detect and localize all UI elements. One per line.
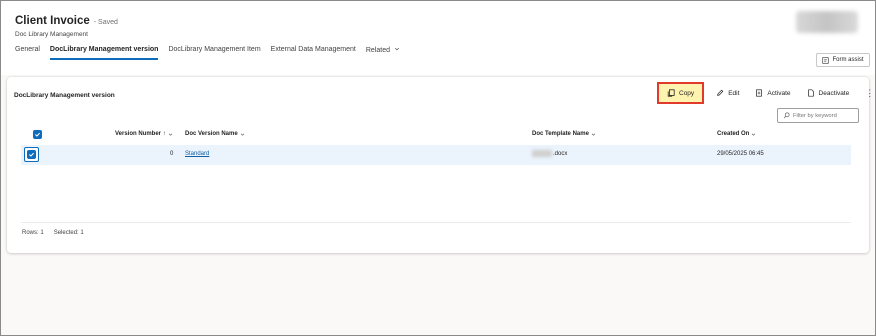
form-assist-button[interactable]: Form assist	[816, 53, 870, 67]
deactivate-button[interactable]: Deactivate	[803, 83, 854, 103]
redacted-header-image	[796, 11, 858, 33]
subgrid-card: DocLibrary Management version Copy Edit …	[7, 77, 874, 253]
column-doc-template-name-label: Doc Template Name	[532, 131, 589, 137]
column-header-doc-version-name[interactable]: Doc Version Name	[185, 131, 245, 137]
column-header-version-number[interactable]: Version Number ↑	[115, 131, 173, 137]
select-all-checkbox[interactable]	[33, 130, 42, 139]
page-title: Client Invoice	[15, 15, 90, 27]
copy-button[interactable]: Copy	[657, 82, 705, 104]
checkmark-icon	[35, 132, 40, 137]
selected-count: Selected: 1	[53, 230, 84, 236]
activate-label: Activate	[767, 89, 791, 97]
deactivate-icon	[807, 89, 814, 97]
column-header-created-on[interactable]: Created On	[717, 131, 756, 137]
cell-doc-version-name-link[interactable]: Standard	[185, 151, 209, 157]
cell-version-number: 0	[170, 151, 174, 157]
column-doc-version-name-label: Doc Version Name	[185, 131, 238, 137]
checkmark-icon	[29, 152, 34, 157]
grid-footer-divider	[21, 222, 851, 223]
tab-doclibrary-management-item[interactable]: DocLibrary Management Item	[168, 46, 260, 60]
subgrid-title: DocLibrary Management version	[14, 92, 115, 99]
chevron-down-icon	[394, 47, 400, 51]
column-version-number-label: Version Number ↑	[115, 131, 166, 137]
tab-doclibrary-management-version[interactable]: DocLibrary Management version	[49, 46, 158, 60]
activate-button[interactable]: Activate	[751, 83, 794, 103]
app-frame: Client Invoice - Saved Doc Library Manag…	[0, 0, 876, 336]
form-assist-icon	[822, 56, 830, 64]
filter-input[interactable]	[793, 112, 857, 119]
row-select-checkbox[interactable]	[24, 147, 39, 162]
chevron-down-icon	[168, 133, 172, 136]
edit-button[interactable]: Edit	[712, 83, 743, 103]
filter-input-box[interactable]	[777, 108, 859, 123]
copy-icon	[667, 89, 675, 97]
cell-doc-template-name: .docx	[532, 150, 567, 157]
cell-doc-template-suffix: .docx	[553, 151, 568, 158]
select-all-check	[33, 130, 42, 139]
column-created-on-label: Created On	[717, 131, 750, 137]
grid-header-row: Version Number ↑ Doc Version Name Doc Te…	[21, 127, 851, 143]
deactivate-label: Deactivate	[818, 89, 850, 97]
form-assist-label: Form assist	[832, 57, 864, 63]
chevron-down-icon	[752, 133, 756, 136]
tab-general[interactable]: General	[15, 46, 40, 60]
chevron-down-icon	[240, 133, 244, 136]
saved-status: - Saved	[93, 19, 118, 26]
cell-created-on: 29/05/2025 06:45	[717, 151, 764, 157]
title-row: Client Invoice - Saved	[15, 15, 118, 27]
tab-external-data-management[interactable]: External Data Management	[271, 46, 356, 60]
search-icon	[783, 112, 790, 119]
page-subtitle: Doc Library Management	[15, 31, 88, 38]
tab-related[interactable]: Related	[366, 46, 400, 60]
edit-label: Edit	[728, 89, 740, 97]
activate-icon	[756, 89, 763, 97]
row-check	[27, 150, 36, 159]
column-header-doc-template-name[interactable]: Doc Template Name	[532, 131, 596, 137]
form-header: Client Invoice - Saved Doc Library Manag…	[1, 1, 875, 75]
command-bar: Copy Edit Activate Deactivate ⋮	[657, 82, 874, 104]
edit-icon	[717, 89, 724, 96]
chevron-down-icon	[591, 133, 596, 136]
table-row[interactable]: 0 Standard .docx 29/05/2025 06:45	[21, 145, 851, 165]
rows-count: Rows: 1	[22, 230, 44, 236]
redacted-template-name	[532, 150, 552, 157]
grid-footer: Rows: 1 Selected: 1	[22, 230, 84, 236]
copy-label: Copy	[679, 89, 695, 97]
tab-related-label: Related	[365, 47, 391, 54]
form-tabs: General DocLibrary Management version Do…	[15, 46, 400, 60]
more-commands-icon[interactable]: ⋮	[861, 88, 874, 99]
